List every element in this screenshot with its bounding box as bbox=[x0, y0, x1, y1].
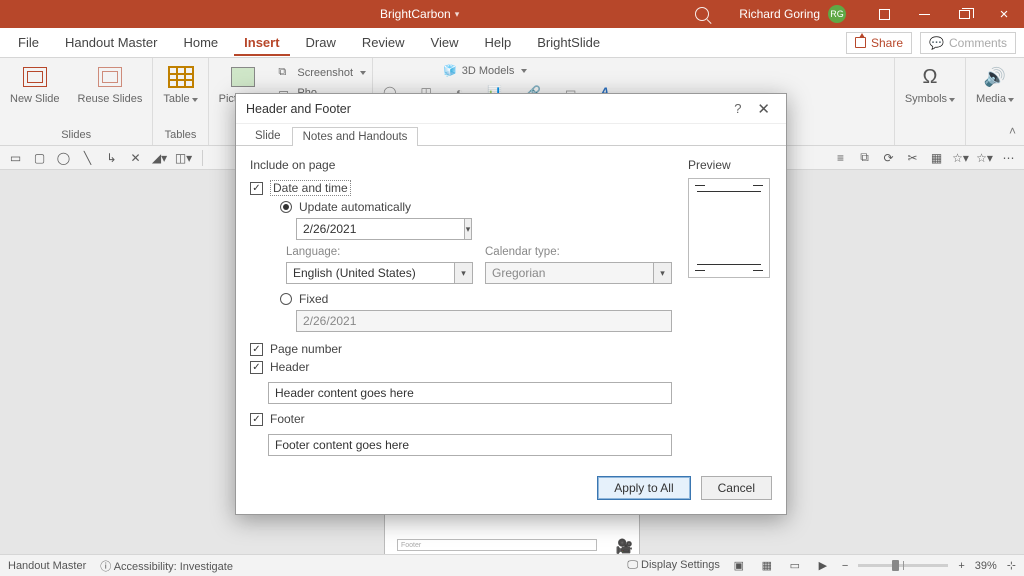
dialog-title: Header and Footer bbox=[246, 102, 351, 116]
fixed-label: Fixed bbox=[299, 292, 328, 306]
header-label: Header bbox=[270, 360, 309, 374]
preview-thumbnail bbox=[688, 178, 770, 278]
chevron-down-icon[interactable]: ▾ bbox=[654, 262, 672, 284]
header-checkbox[interactable] bbox=[250, 361, 263, 374]
footer-label: Footer bbox=[270, 412, 305, 426]
dialog-close-button[interactable]: ✕ bbox=[751, 100, 776, 118]
update-auto-radio[interactable] bbox=[280, 201, 292, 213]
include-on-page-label: Include on page bbox=[250, 158, 672, 172]
header-input[interactable] bbox=[268, 382, 672, 404]
datetime-label: Date and time bbox=[270, 180, 351, 196]
footer-checkbox[interactable] bbox=[250, 413, 263, 426]
dialog-tab-slide[interactable]: Slide bbox=[244, 126, 292, 145]
apply-to-all-button[interactable]: Apply to All bbox=[597, 476, 690, 500]
chevron-down-icon[interactable]: ▾ bbox=[455, 262, 473, 284]
calendar-label: Calendar type: bbox=[485, 246, 672, 258]
dialog-tab-notes[interactable]: Notes and Handouts bbox=[292, 127, 419, 146]
fixed-radio[interactable] bbox=[280, 293, 292, 305]
pagenum-checkbox[interactable] bbox=[250, 343, 263, 356]
datetime-checkbox[interactable] bbox=[250, 182, 263, 195]
preview-label: Preview bbox=[688, 158, 772, 172]
header-footer-dialog: Header and Footer ? ✕ Slide Notes and Ha… bbox=[235, 93, 787, 515]
cancel-button[interactable]: Cancel bbox=[701, 476, 772, 500]
pagenum-label: Page number bbox=[270, 342, 342, 356]
footer-input[interactable] bbox=[268, 434, 672, 456]
date-combo[interactable] bbox=[296, 218, 465, 240]
calendar-combo[interactable] bbox=[485, 262, 654, 284]
dialog-overlay: Header and Footer ? ✕ Slide Notes and Ha… bbox=[0, 0, 1024, 576]
chevron-down-icon[interactable]: ▾ bbox=[465, 218, 472, 240]
fixed-date-input[interactable] bbox=[296, 310, 672, 332]
language-combo[interactable] bbox=[286, 262, 455, 284]
language-label: Language: bbox=[286, 246, 473, 258]
update-auto-label: Update automatically bbox=[299, 200, 411, 214]
dialog-help-button[interactable]: ? bbox=[724, 101, 751, 116]
